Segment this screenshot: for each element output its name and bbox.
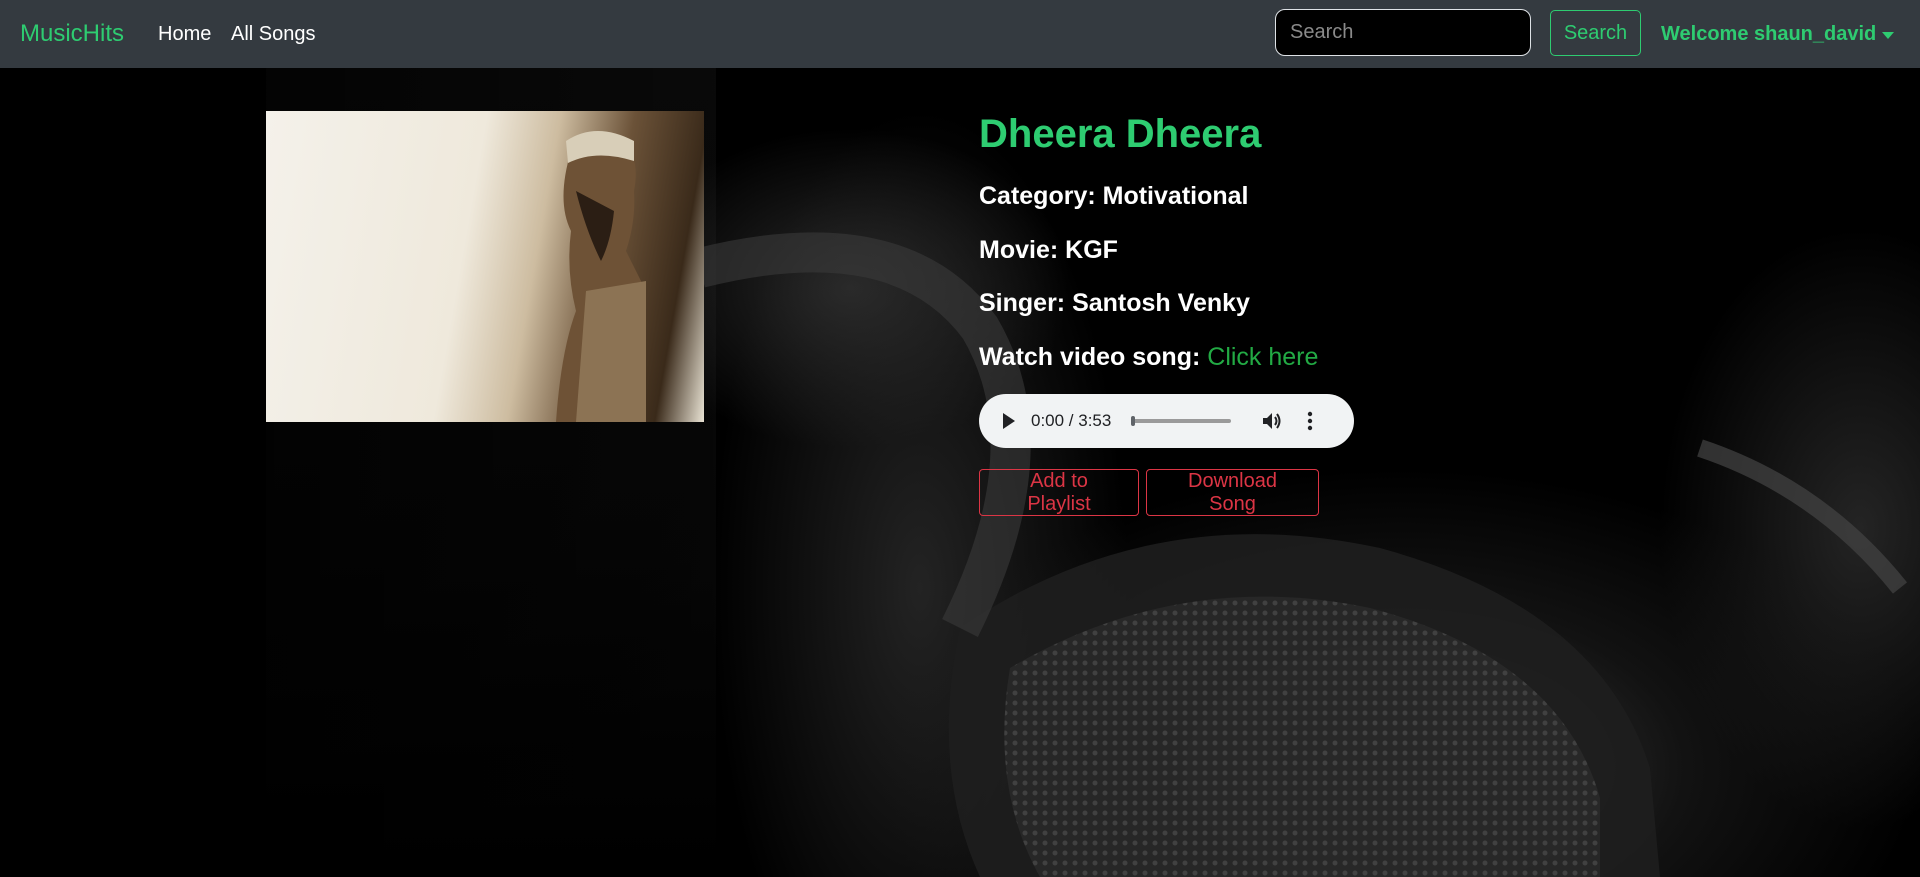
watch-video-link[interactable]: Click here bbox=[1207, 343, 1318, 371]
album-art-image bbox=[266, 111, 704, 422]
movie-value: KGF bbox=[1065, 236, 1118, 264]
search-input[interactable] bbox=[1275, 9, 1531, 56]
nav-link-all-songs[interactable]: All Songs bbox=[231, 20, 316, 48]
singer-label: Singer: bbox=[979, 289, 1066, 317]
nav-link-home[interactable]: Home bbox=[158, 20, 211, 48]
add-to-playlist-button[interactable]: Add to Playlist bbox=[979, 469, 1139, 516]
welcome-text: Welcome shaun_david bbox=[1661, 23, 1877, 45]
singer-value: Santosh Venky bbox=[1072, 289, 1250, 317]
watch-video: Watch video song: Click here bbox=[979, 341, 1318, 373]
navbar: MusicHits Home All Songs Search Welcome … bbox=[0, 0, 1920, 68]
song-category: Category: Motivational bbox=[979, 180, 1248, 212]
user-dropdown-toggle[interactable]: Welcome shaun_david bbox=[1661, 20, 1895, 48]
more-vertical-icon[interactable] bbox=[1307, 411, 1313, 431]
play-icon[interactable] bbox=[1003, 413, 1015, 429]
song-movie: Movie: KGF bbox=[979, 234, 1118, 266]
volume-icon[interactable] bbox=[1261, 411, 1283, 431]
audio-progress-bar[interactable] bbox=[1131, 416, 1232, 426]
category-value: Motivational bbox=[1102, 182, 1249, 210]
song-title: Dheera Dheera bbox=[979, 112, 1262, 156]
category-label: Category: bbox=[979, 182, 1096, 210]
progress-knob[interactable] bbox=[1131, 416, 1136, 426]
chevron-down-icon bbox=[1882, 31, 1895, 39]
download-song-button[interactable]: Download Song bbox=[1146, 469, 1319, 516]
brand-logo-link[interactable]: MusicHits bbox=[20, 18, 124, 50]
song-singer: Singer: Santosh Venky bbox=[979, 287, 1250, 319]
search-button[interactable]: Search bbox=[1550, 10, 1641, 56]
watch-label: Watch video song: bbox=[979, 343, 1201, 371]
movie-label: Movie: bbox=[979, 236, 1059, 264]
audio-time: 0:00 / 3:53 bbox=[1031, 411, 1112, 430]
singer-figure bbox=[556, 131, 646, 422]
audio-player: 0:00 / 3:53 bbox=[979, 394, 1354, 448]
